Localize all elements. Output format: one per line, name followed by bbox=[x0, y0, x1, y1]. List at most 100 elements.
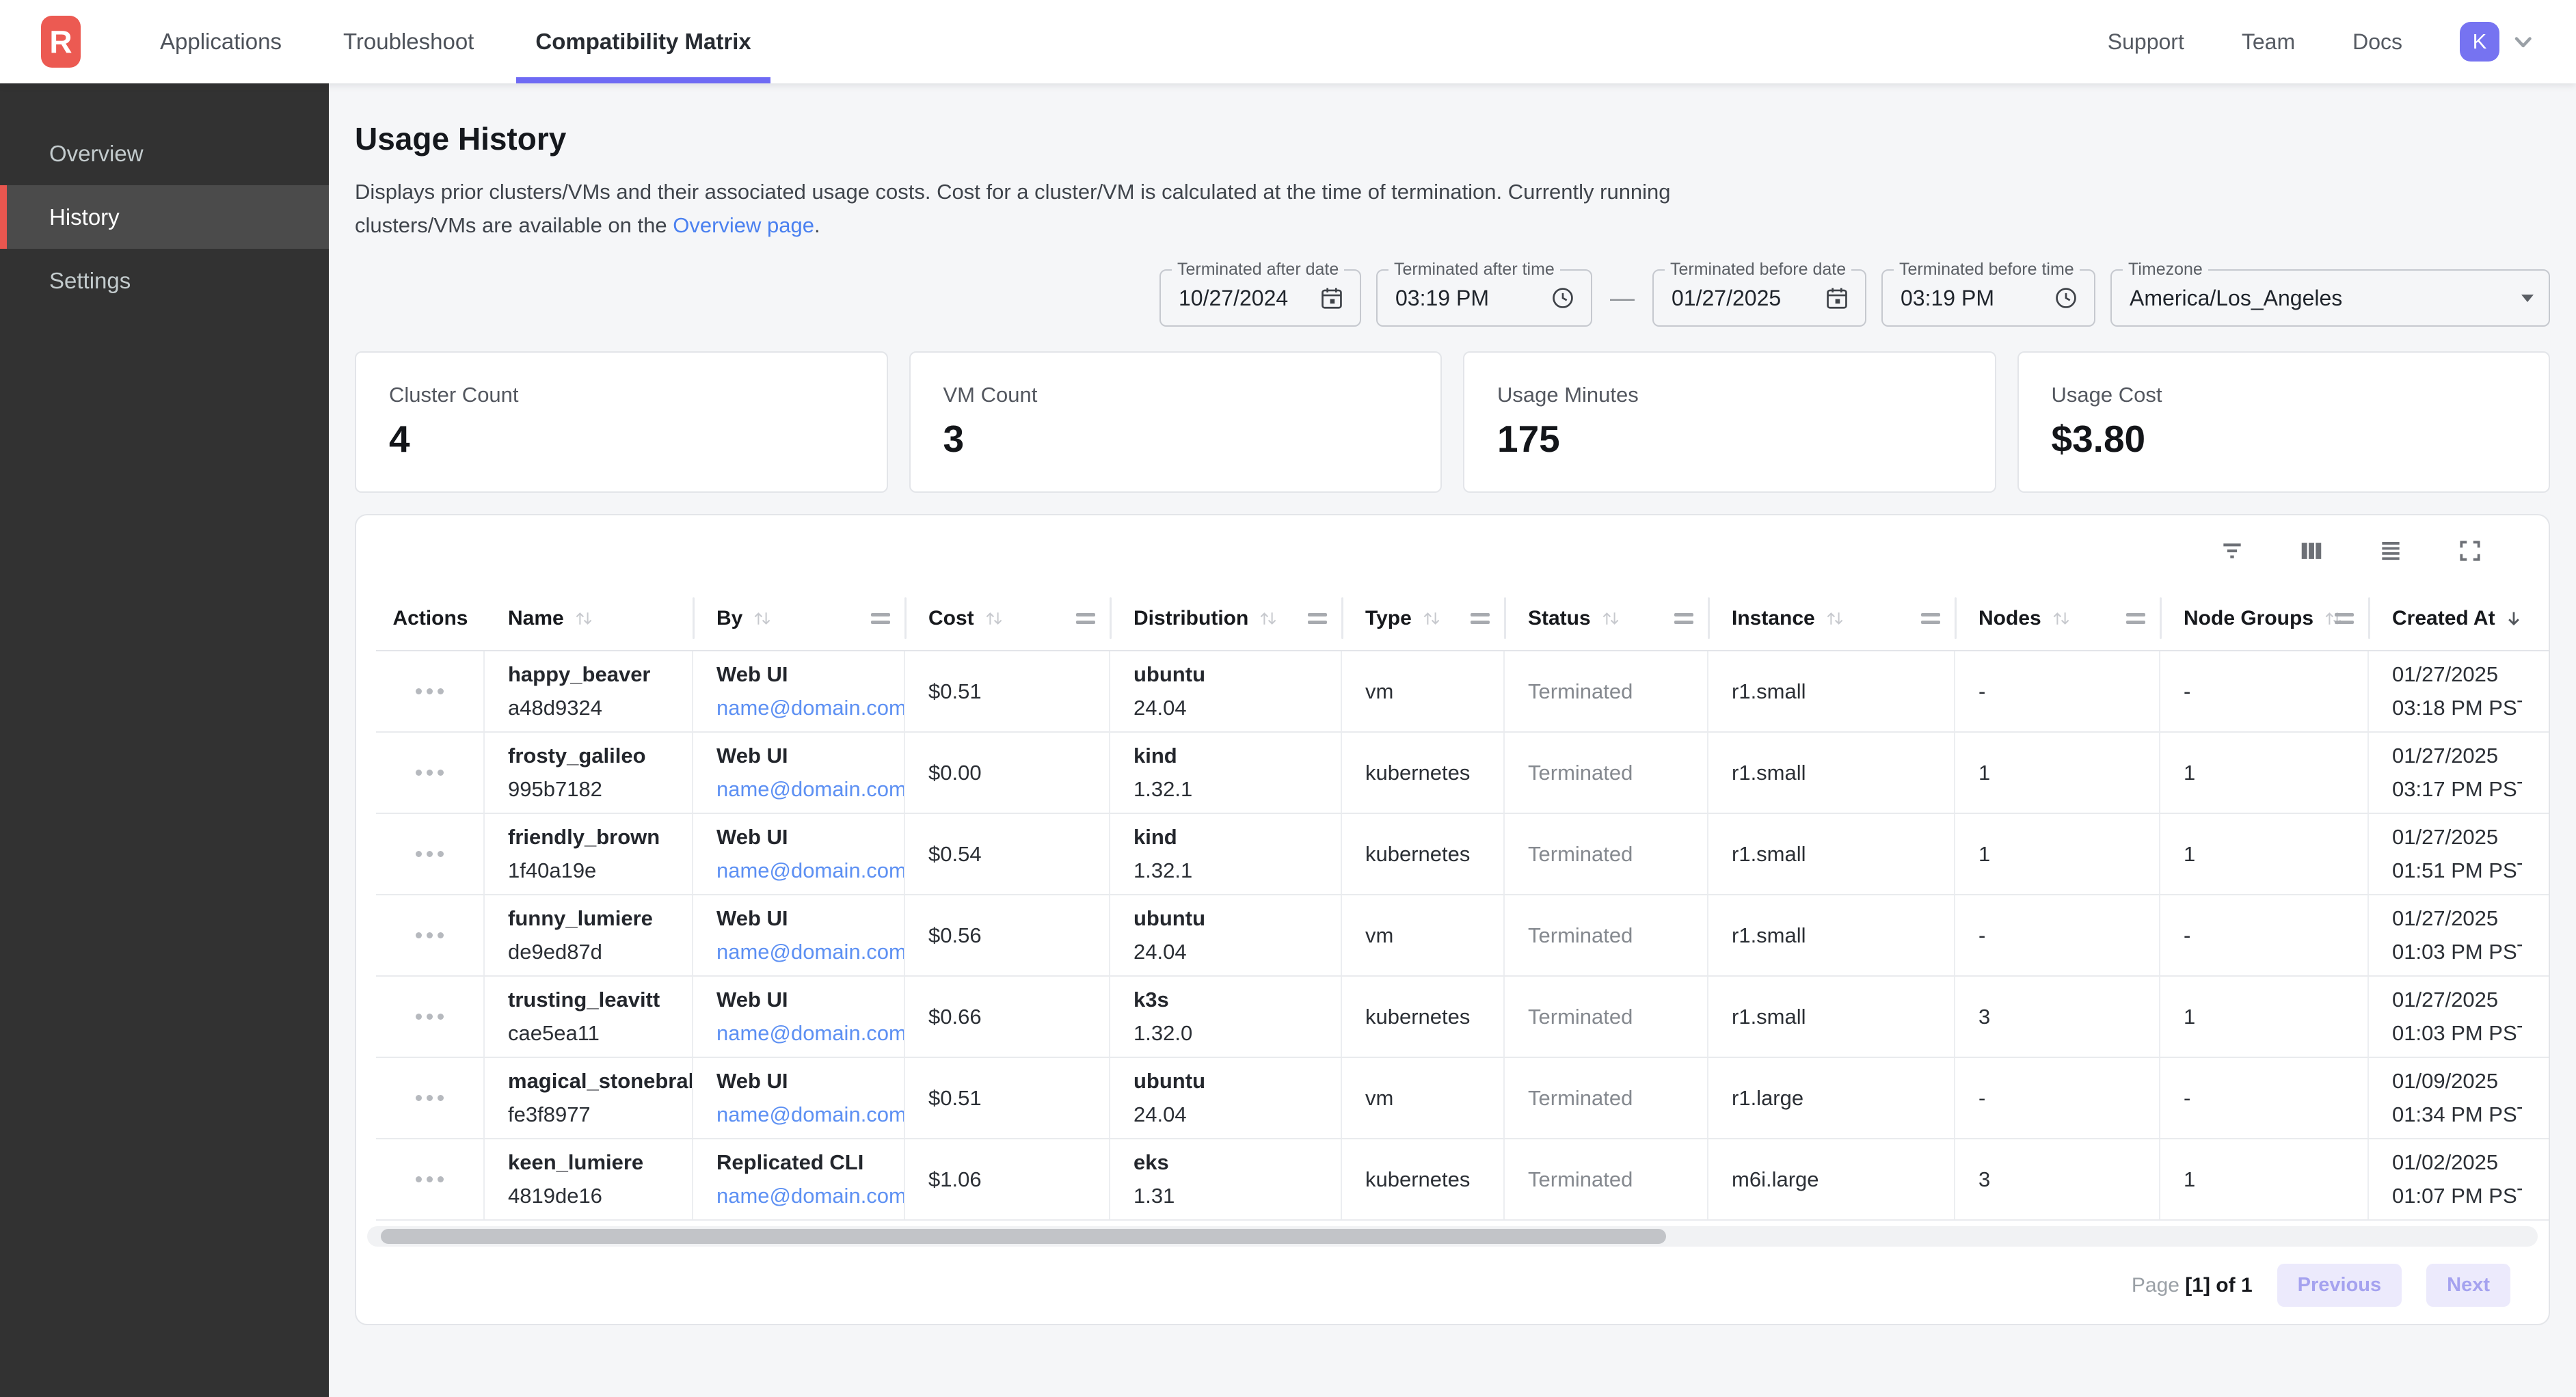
column-header-type[interactable]: Type bbox=[1342, 586, 1505, 650]
account-menu[interactable]: K bbox=[2460, 22, 2535, 62]
column-header-distribution[interactable]: Distribution bbox=[1110, 586, 1342, 650]
distribution-version: 24.04 bbox=[1133, 696, 1328, 720]
stat-value: 4 bbox=[389, 417, 854, 461]
column-menu-icon[interactable] bbox=[1076, 613, 1095, 624]
sort-desc-icon[interactable] bbox=[2504, 608, 2524, 629]
stat-value: 3 bbox=[943, 417, 1408, 461]
sort-icon[interactable] bbox=[1823, 608, 1847, 629]
distribution-name: ubuntu bbox=[1133, 1069, 1328, 1094]
column-header-name[interactable]: Name bbox=[485, 586, 693, 650]
row-actions-button[interactable] bbox=[376, 1139, 485, 1219]
cell-node-groups: 1 bbox=[2160, 814, 2369, 894]
cell-distribution: ubuntu24.04 bbox=[1110, 895, 1342, 975]
logo-letter: R bbox=[49, 23, 72, 60]
column-header-instance[interactable]: Instance bbox=[1708, 586, 1955, 650]
team-link[interactable]: Team bbox=[2242, 29, 2295, 55]
cell-cost: $0.66 bbox=[905, 977, 1110, 1057]
creator-email-link[interactable]: name@domain.com bbox=[716, 1184, 891, 1208]
replicated-logo[interactable]: R bbox=[41, 16, 81, 68]
sort-icon[interactable] bbox=[572, 608, 595, 629]
column-header-by[interactable]: By bbox=[693, 586, 905, 650]
creator-email-link[interactable]: name@domain.com bbox=[716, 1102, 891, 1127]
page-indicator: Page [1] of 1 bbox=[2132, 1274, 2253, 1297]
creator-email-link[interactable]: name@domain.com bbox=[716, 940, 891, 964]
column-menu-icon[interactable] bbox=[1674, 613, 1693, 624]
cell-cost: $0.56 bbox=[905, 895, 1110, 975]
sidebar-item-history[interactable]: History bbox=[0, 185, 329, 249]
column-header-created-at[interactable]: Created At bbox=[2369, 586, 2522, 650]
created-date: 01/09/2025 bbox=[2392, 1069, 2510, 1094]
created-date: 01/27/2025 bbox=[2392, 662, 2510, 687]
row-actions-button[interactable] bbox=[376, 977, 485, 1057]
horizontal-scrollbar[interactable] bbox=[367, 1226, 2538, 1247]
row-actions-button[interactable] bbox=[376, 895, 485, 975]
support-link[interactable]: Support bbox=[2108, 29, 2184, 55]
creator-email-link[interactable]: name@domain.com bbox=[716, 1021, 891, 1046]
row-actions-button[interactable] bbox=[376, 651, 485, 731]
sidebar-item-settings[interactable]: Settings bbox=[0, 249, 329, 312]
field-value: America/Los_Angeles bbox=[2130, 286, 2342, 311]
row-actions-button[interactable] bbox=[376, 814, 485, 894]
previous-page-button[interactable]: Previous bbox=[2277, 1264, 2402, 1307]
field-label: Terminated after date bbox=[1172, 260, 1344, 280]
clock-icon[interactable] bbox=[2053, 285, 2079, 311]
calendar-icon[interactable] bbox=[1824, 285, 1850, 311]
chevron-down-icon[interactable] bbox=[2510, 29, 2535, 54]
column-menu-icon[interactable] bbox=[2335, 613, 2354, 624]
sort-icon[interactable] bbox=[751, 608, 774, 629]
nodes-value: 3 bbox=[1978, 1167, 2147, 1192]
sort-icon[interactable] bbox=[2050, 608, 2073, 629]
column-menu-icon[interactable] bbox=[2126, 613, 2145, 624]
sort-icon[interactable] bbox=[1599, 608, 1622, 629]
sort-icon[interactable] bbox=[1257, 608, 1280, 629]
column-menu-icon[interactable] bbox=[871, 613, 890, 624]
cell-cost: $0.54 bbox=[905, 814, 1110, 894]
column-header-status[interactable]: Status bbox=[1505, 586, 1708, 650]
column-menu-icon[interactable] bbox=[1471, 613, 1490, 624]
cell-distribution: kind1.32.1 bbox=[1110, 733, 1342, 813]
overview-page-link[interactable]: Overview page bbox=[673, 213, 814, 237]
sort-icon[interactable] bbox=[982, 608, 1006, 629]
column-header-cost[interactable]: Cost bbox=[905, 586, 1110, 650]
avatar[interactable]: K bbox=[2460, 22, 2499, 62]
row-actions-button[interactable] bbox=[376, 1058, 485, 1138]
sort-icon[interactable] bbox=[1420, 608, 1443, 629]
cell-name: trusting_leavittcae5ea11 bbox=[485, 977, 693, 1057]
column-header-nodes[interactable]: Nodes bbox=[1955, 586, 2160, 650]
cell-status: Terminated bbox=[1505, 814, 1708, 894]
terminated-after-time-field[interactable]: Terminated after time 03:19 PM bbox=[1376, 269, 1592, 327]
column-header-node-groups[interactable]: Node Groups bbox=[2160, 586, 2369, 650]
stats-row: Cluster Count 4 VM Count 3 Usage Minutes… bbox=[355, 351, 2550, 493]
calendar-icon[interactable] bbox=[1319, 285, 1345, 311]
docs-link[interactable]: Docs bbox=[2352, 29, 2402, 55]
scrollbar-thumb[interactable] bbox=[381, 1229, 1666, 1244]
timezone-select[interactable]: Timezone America/Los_Angeles bbox=[2110, 269, 2550, 327]
cell-created-at: 01/27/202503:18 PM PST bbox=[2369, 651, 2522, 731]
next-page-button[interactable]: Next bbox=[2426, 1264, 2510, 1307]
creator-email-link[interactable]: name@domain.com bbox=[716, 777, 891, 802]
stat-card-usage-cost: Usage Cost $3.80 bbox=[2017, 351, 2551, 493]
column-menu-icon[interactable] bbox=[1921, 613, 1940, 624]
cell-by: Web UIname@domain.com bbox=[693, 895, 905, 975]
clock-icon[interactable] bbox=[1550, 285, 1576, 311]
column-menu-icon[interactable] bbox=[1308, 613, 1327, 624]
node-groups-value: 1 bbox=[2184, 842, 2355, 867]
tab-compatibility-matrix[interactable]: Compatibility Matrix bbox=[516, 0, 770, 83]
sidebar-item-overview[interactable]: Overview bbox=[0, 122, 329, 185]
tab-troubleshoot[interactable]: Troubleshoot bbox=[324, 0, 493, 83]
terminated-before-time-field[interactable]: Terminated before time 03:19 PM bbox=[1881, 269, 2095, 327]
terminated-before-date-field[interactable]: Terminated before date 01/27/2025 bbox=[1652, 269, 1866, 327]
density-icon[interactable] bbox=[2378, 538, 2404, 564]
creator-email-link[interactable]: name@domain.com bbox=[716, 696, 891, 720]
columns-icon[interactable] bbox=[2298, 538, 2324, 564]
field-label: Terminated before time bbox=[1894, 260, 2080, 280]
fullscreen-icon[interactable] bbox=[2457, 538, 2483, 564]
creator-email-link[interactable]: name@domain.com bbox=[716, 858, 891, 883]
stat-card-cluster-count: Cluster Count 4 bbox=[355, 351, 888, 493]
filter-icon[interactable] bbox=[2219, 538, 2245, 564]
tab-applications[interactable]: Applications bbox=[141, 0, 301, 83]
cell-cost: $0.51 bbox=[905, 651, 1110, 731]
table-header-row: Actions Name By Cost bbox=[376, 586, 2549, 651]
terminated-after-date-field[interactable]: Terminated after date 10/27/2024 bbox=[1159, 269, 1361, 327]
row-actions-button[interactable] bbox=[376, 733, 485, 813]
